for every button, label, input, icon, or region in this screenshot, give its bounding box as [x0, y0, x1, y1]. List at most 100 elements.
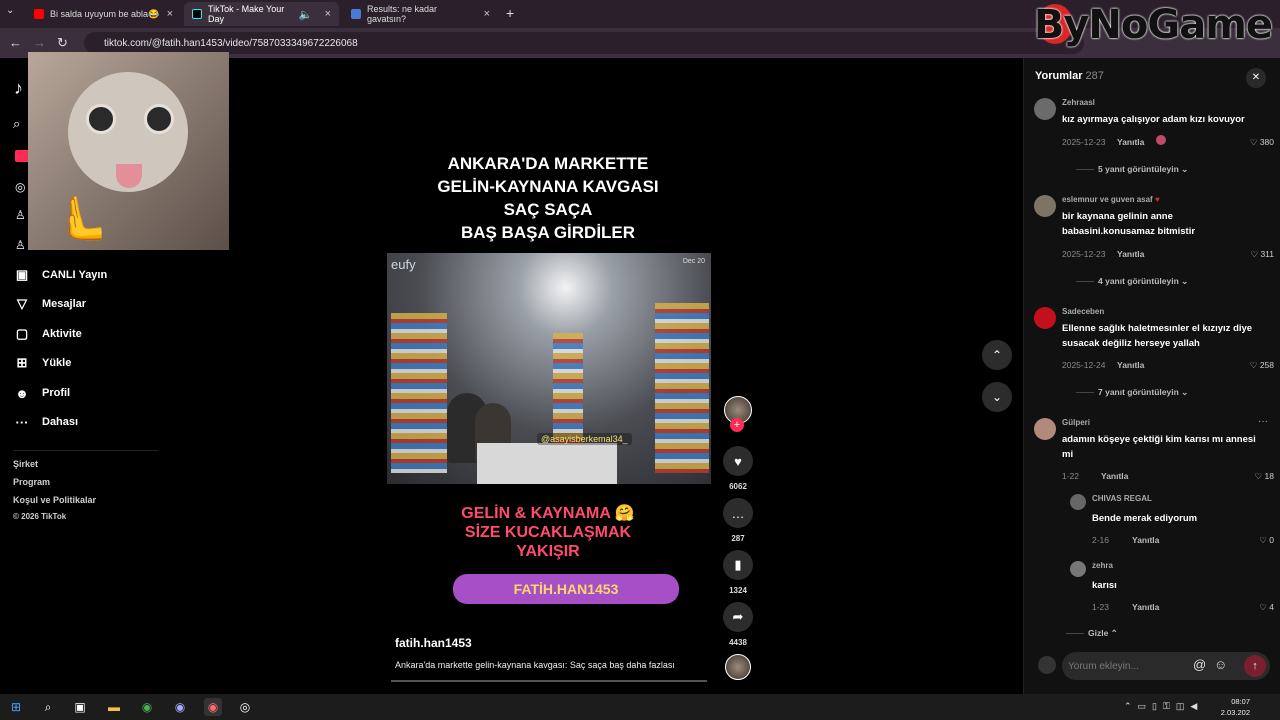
comment-button[interactable]: … 287	[722, 498, 754, 543]
new-tab-icon[interactable]: +	[506, 5, 514, 21]
comment-input[interactable]: Yorum ekleyin...	[1062, 652, 1270, 680]
comment-text: bir kaynana gelinin anne babasini.konusa…	[1062, 211, 1196, 237]
sidebar-item-label: Mesajlar	[42, 298, 87, 310]
video-caption-line: SİZE KUCAKLAŞMAK	[464, 524, 632, 541]
comment-like[interactable]: ♡ 18	[1255, 471, 1274, 482]
comment-like[interactable]: ♡ 311	[1250, 249, 1274, 260]
follow-plus-icon[interactable]: +	[730, 418, 744, 432]
tab-search-icon[interactable]: ⌄	[6, 5, 14, 16]
view-replies-button[interactable]: 5 yanıt görüntüleyin ⌄	[1076, 164, 1188, 175]
video-author[interactable]: fatih.han1453	[395, 636, 472, 650]
share-button[interactable]: ➦ 4438	[722, 602, 754, 647]
comment-like[interactable]: ♡ 380	[1250, 137, 1274, 148]
reply-like[interactable]: ♡ 0	[1259, 535, 1274, 546]
sidebar-item-more[interactable]: ··· Dahası	[14, 411, 79, 433]
more-options-icon[interactable]: ···	[1258, 416, 1268, 427]
footer-link-program[interactable]: Program	[13, 477, 50, 487]
reply-like[interactable]: ♡ 4	[1259, 602, 1274, 613]
next-video-button[interactable]: ⌄	[982, 382, 1012, 412]
avatar[interactable]	[1070, 494, 1086, 510]
reply-button[interactable]: Yanıtla	[1101, 471, 1128, 481]
clock-time: 08:07	[1231, 697, 1250, 706]
close-tab-icon[interactable]: ×	[325, 8, 331, 20]
opera-icon[interactable]: ◉	[204, 698, 222, 716]
comment-user[interactable]: Gülperi	[1062, 418, 1090, 427]
send-icon: ▽	[17, 296, 27, 311]
view-replies-button[interactable]: 7 yanıt görüntüleyin ⌄	[1076, 387, 1188, 398]
task-view-icon[interactable]: ▣	[71, 698, 89, 716]
avatar[interactable]	[1034, 98, 1056, 120]
video-description[interactable]: Ankara'da markette gelin-kaynana kavgası…	[395, 660, 675, 670]
avatar[interactable]	[1034, 307, 1056, 329]
tab-results[interactable]: Results: ne kadar gavatsın? ×	[343, 2, 498, 26]
file-explorer-icon[interactable]: ▬	[105, 698, 123, 716]
like-count: 4	[1269, 602, 1274, 612]
user-avatar[interactable]	[1038, 656, 1056, 674]
url-field[interactable]: tiktok.com/@fatih.han1453/video/75870333…	[84, 32, 1084, 54]
video-title-line: GELİN-KAYNANA KAVGASI	[437, 177, 659, 196]
tab-tiktok[interactable]: TikTok - Make Your Day 🔈 ×	[184, 2, 339, 26]
like-count: 311	[1260, 249, 1274, 259]
view-replies-button[interactable]: 4 yanıt görüntüleyin ⌄	[1076, 276, 1188, 287]
comment-date: 2025-12-24	[1062, 360, 1106, 370]
back-icon[interactable]: ←	[9, 35, 22, 50]
mute-icon[interactable]: 🔈	[299, 8, 313, 21]
like-button[interactable]: ♥ 6062	[722, 446, 754, 491]
footer-link-terms[interactable]: Koşul ve Politikalar	[13, 495, 96, 505]
system-tray-icons[interactable]: ⌃▭▯⚿◫◀	[1124, 701, 1203, 712]
video-progress-bar[interactable]	[391, 680, 707, 682]
friends-icon[interactable]: ♙	[15, 238, 26, 252]
close-comments-button[interactable]: ✕	[1246, 68, 1266, 88]
search-icon[interactable]: ⌕	[39, 698, 57, 716]
emoji-icon[interactable]: ☺	[1214, 657, 1227, 672]
avatar[interactable]	[1034, 418, 1056, 440]
send-button[interactable]: ↑	[1244, 655, 1266, 677]
reply-button[interactable]: Yanıtla	[1132, 602, 1159, 612]
chrome-icon[interactable]: ◉	[138, 698, 156, 716]
reply-date: 1-23	[1092, 602, 1110, 612]
reload-icon[interactable]: ↻	[57, 35, 68, 51]
like-count: 258	[1259, 360, 1274, 370]
comment-user[interactable]: Sadeceben	[1062, 307, 1104, 316]
discord-icon[interactable]: ◉	[171, 698, 189, 716]
sound-avatar-button[interactable]	[722, 654, 754, 680]
reply-user[interactable]: CHIVAS REGAL	[1092, 494, 1152, 503]
avatar[interactable]	[1070, 561, 1086, 577]
tab-youtube[interactable]: Bi salda uyuyum be abla😂 - Yo ×	[26, 2, 181, 26]
app-icon[interactable]: ◎	[236, 698, 254, 716]
comment-user[interactable]: eslemnur ve guven asaf ♥	[1062, 195, 1160, 204]
search-icon[interactable]: ⌕	[13, 116, 20, 132]
save-button[interactable]: ▮ 1324	[722, 550, 754, 595]
close-tab-icon[interactable]: ×	[167, 8, 173, 20]
reply-button[interactable]: Yanıtla	[1132, 535, 1159, 545]
home-icon[interactable]	[15, 150, 29, 162]
previous-video-button[interactable]: ⌃	[982, 340, 1012, 370]
explore-icon[interactable]: ◎	[15, 180, 25, 194]
sidebar-item-live[interactable]: ▣ CANLI Yayın	[14, 264, 107, 286]
reply-button[interactable]: Yanıtla	[1117, 137, 1144, 147]
sidebar-item-messages[interactable]: ▽ Mesajlar	[14, 293, 86, 315]
forward-icon[interactable]: →	[33, 35, 46, 50]
mention-icon[interactable]: @	[1193, 657, 1206, 672]
security-camera-footage: eufy Dec 20 @asayisberkemal34_	[387, 253, 711, 484]
windows-start-icon[interactable]: ⊞	[7, 698, 25, 716]
system-clock[interactable]: 08:07 2.03.202	[1221, 696, 1250, 718]
reply-button[interactable]: Yanıtla	[1117, 249, 1144, 259]
tiktok-logo-icon[interactable]: ♪	[14, 78, 23, 99]
avatar[interactable]	[1034, 195, 1056, 217]
footer-link-company[interactable]: Şirket	[13, 459, 38, 469]
tab-label: Results: ne kadar gavatsın?	[367, 4, 438, 24]
reply-button[interactable]: Yanıtla	[1117, 360, 1144, 370]
comment-user[interactable]: Zehraasl	[1062, 98, 1095, 107]
sidebar-item-profile[interactable]: ☻ Profil	[14, 382, 70, 404]
following-icon[interactable]: ♙	[15, 208, 26, 222]
reply-user[interactable]: zehra	[1092, 561, 1113, 570]
video-player[interactable]: ANKARA'DA MARKETTE GELİN-KAYNANA KAVGASI…	[383, 130, 713, 685]
comment-like[interactable]: ♡ 258	[1250, 360, 1274, 371]
sidebar-item-activity[interactable]: ▢ Aktivite	[14, 323, 82, 345]
author-avatar-button[interactable]: +	[722, 396, 754, 432]
close-tab-icon[interactable]: ×	[484, 8, 490, 20]
comment-item: Zehraasl kız ayırmaya çalışıyor adam kız…	[1034, 98, 1274, 178]
sidebar-item-upload[interactable]: ⊞ Yükle	[14, 352, 72, 374]
hide-replies-button[interactable]: Gizle ⌃	[1066, 628, 1118, 639]
